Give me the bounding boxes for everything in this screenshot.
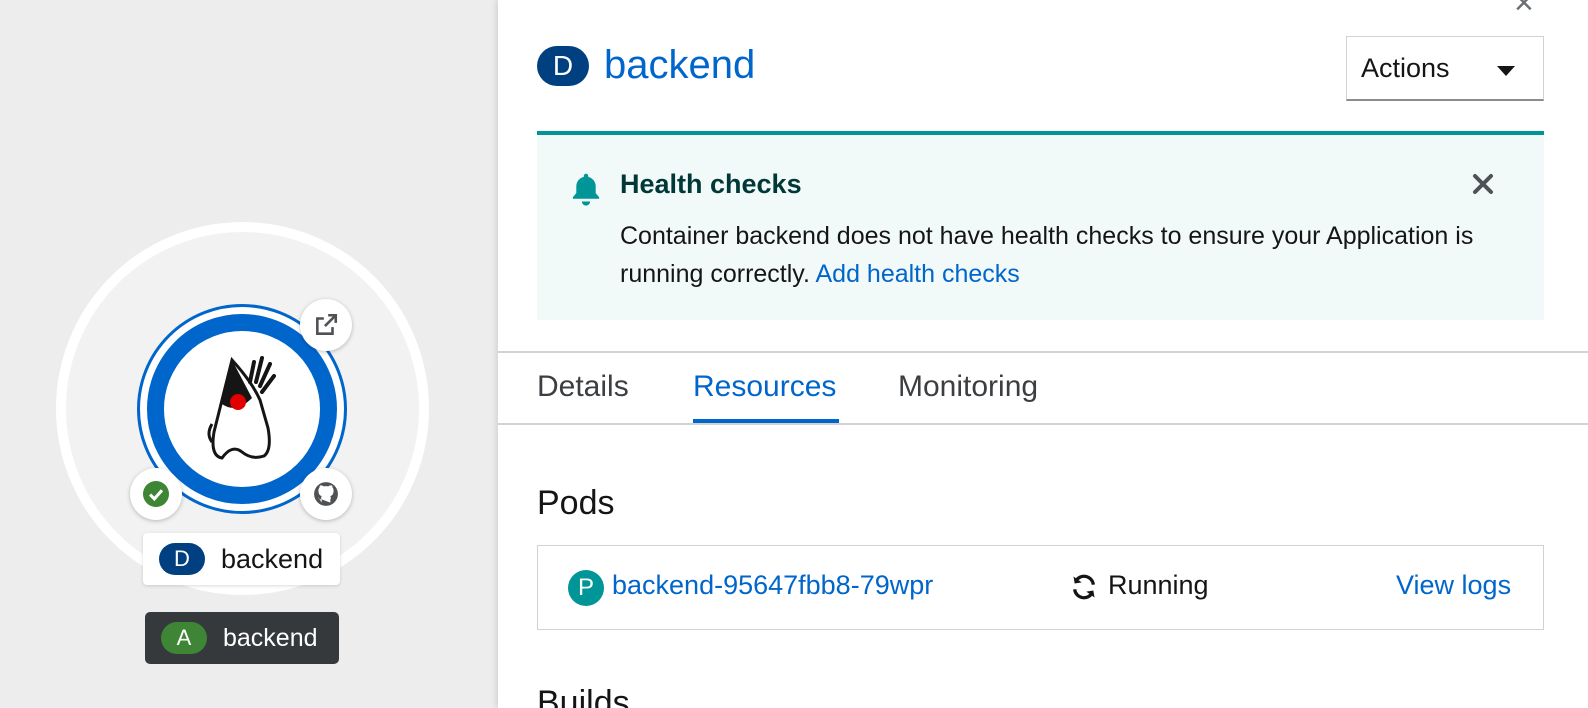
source-code-decorator[interactable] bbox=[300, 468, 352, 520]
deployment-badge: D bbox=[159, 543, 205, 575]
workload-node-label[interactable]: D backend bbox=[143, 533, 340, 585]
open-url-decorator[interactable] bbox=[300, 299, 352, 351]
alert-message: Container backend does not have health c… bbox=[620, 222, 1474, 288]
health-checks-alert: Health checks Container backend does not… bbox=[537, 131, 1544, 320]
alert-body: Container backend does not have health c… bbox=[620, 217, 1520, 293]
java-duke-icon bbox=[207, 356, 276, 460]
active-tab-indicator bbox=[693, 419, 839, 423]
view-logs-link[interactable]: View logs bbox=[1396, 570, 1511, 601]
github-icon bbox=[314, 482, 338, 506]
panel-tabs: Details Resources Monitoring bbox=[498, 351, 1588, 425]
pod-status: Running bbox=[1108, 570, 1209, 600]
side-panel: × D backend Actions Health checks Contai… bbox=[498, 0, 1588, 708]
external-link-icon bbox=[316, 313, 338, 335]
pods-section-title: Pods bbox=[537, 484, 615, 522]
panel-title: D backend bbox=[537, 43, 755, 88]
pod-list-item: P backend-95647fbb8-79wpr Running View l… bbox=[537, 545, 1544, 630]
workload-node-name: backend bbox=[221, 543, 324, 574]
application-name: backend bbox=[223, 623, 318, 652]
sync-icon bbox=[1073, 574, 1095, 600]
alert-heading: Health checks bbox=[620, 169, 802, 199]
builds-section-title: Builds bbox=[537, 684, 630, 708]
check-circle-icon bbox=[143, 481, 169, 507]
deployment-badge: D bbox=[537, 45, 589, 86]
tab-details[interactable]: Details bbox=[537, 370, 629, 404]
topology-canvas[interactable]: D backend A backend bbox=[0, 0, 498, 708]
application-label[interactable]: A backend bbox=[145, 612, 339, 664]
close-alert-icon[interactable] bbox=[1472, 173, 1494, 195]
caret-down-icon bbox=[1497, 66, 1515, 76]
resource-name-link[interactable]: backend bbox=[604, 43, 755, 88]
pod-badge: P bbox=[568, 570, 604, 606]
pod-name-link[interactable]: backend-95647fbb8-79wpr bbox=[612, 570, 933, 601]
bell-icon bbox=[572, 173, 600, 206]
actions-label: Actions bbox=[1361, 52, 1450, 83]
tab-monitoring[interactable]: Monitoring bbox=[898, 370, 1038, 404]
add-health-checks-link[interactable]: Add health checks bbox=[815, 260, 1019, 288]
application-badge: A bbox=[161, 622, 207, 654]
close-panel-icon[interactable]: × bbox=[1514, 0, 1534, 20]
actions-dropdown[interactable]: Actions bbox=[1346, 36, 1544, 101]
build-status-decorator[interactable] bbox=[130, 468, 182, 520]
tab-resources[interactable]: Resources bbox=[693, 370, 836, 404]
